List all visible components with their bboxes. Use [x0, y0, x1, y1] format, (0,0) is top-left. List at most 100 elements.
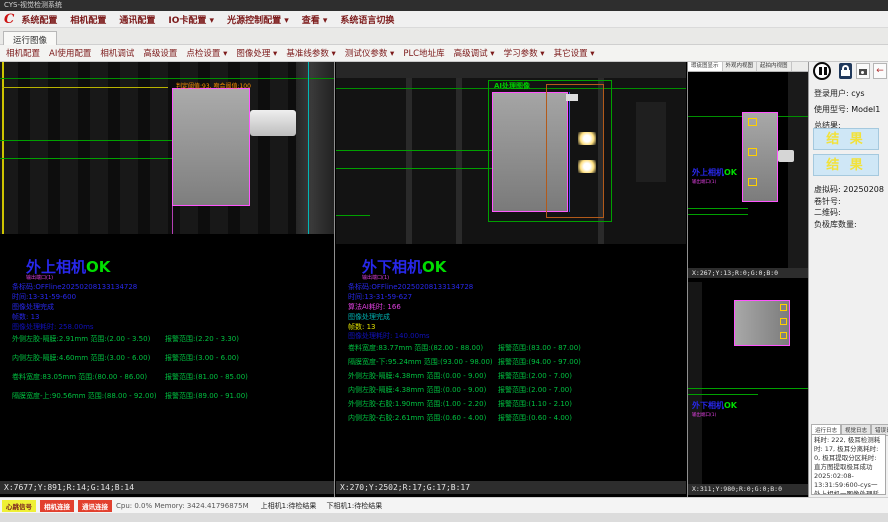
alarm-range-text: 报警范围:(2.00 - 7.00): [498, 385, 572, 395]
menu-item[interactable]: 系统语言切换: [340, 13, 394, 26]
lower-camera-result-text: 下相机1:待检结果: [326, 501, 382, 511]
view-tab-row: 运行图像: [0, 28, 888, 45]
blue-guide-line: [569, 92, 570, 212]
tab-marker-box: [780, 304, 787, 311]
preview-image-lower[interactable]: 外下相机OK 输出端口(1): [688, 282, 808, 484]
heartbeat-badge: 心跳信号: [2, 500, 36, 512]
menu-item[interactable]: 查看 ▾: [302, 13, 328, 26]
output-port-line: 输出端口(1): [26, 274, 53, 281]
measurement-text: 外侧左胶-隔膜:2.91mm 范围:(2.00 - 3.50): [12, 334, 150, 344]
pause-button[interactable]: [813, 62, 831, 80]
camera-name: 外下相机: [692, 401, 724, 410]
gripper-arm: [250, 110, 296, 136]
status-line: 图像处理完成: [12, 302, 54, 312]
measurement-text: 卷料宽度:83.77mm 范围:(82.00 - 88.00): [348, 343, 483, 353]
tool-bar: 相机配置 AI使用配置相机调试高级设置点检设置 ▾ 图像处理 ▾ 基准线参数 ▾ 测试仪…: [0, 45, 888, 62]
threshold-overlay-label: 判定阈值:93, 吻合阈值:100: [176, 81, 251, 90]
virtual-code-label: 虚拟码:: [814, 185, 841, 194]
preview-tab[interactable]: 外观内视图: [723, 62, 758, 71]
title-bar[interactable]: CYS-视觉检测系统: [0, 0, 888, 11]
toolbar-item[interactable]: PLC地址库: [403, 47, 444, 59]
barcode-line: 条标码:OFFline20250208133134728: [12, 282, 137, 292]
login-user-row: 登录用户: cys: [814, 88, 865, 99]
menu-item[interactable]: 系统配置: [21, 13, 57, 26]
preview-tab[interactable]: 起拍内视图: [757, 62, 792, 71]
camera-image-lower[interactable]: AI处理图像: [336, 62, 686, 244]
green-measure-line: [688, 214, 748, 215]
result-display-upper: 结 果: [813, 128, 879, 150]
alarm-range-text: 报警范围:(83.00 - 87.00): [498, 343, 581, 353]
preview-image-upper[interactable]: 外上相机OK 输出端口(1): [688, 72, 808, 268]
green-measure-line: [688, 394, 758, 395]
measurement-list: 外侧左胶-隔膜:2.91mm 范围:(2.00 - 3.50) 报警范围:(2.…: [0, 334, 334, 410]
measurement-row: 隔膜宽度-上:90.56mm 范围:(88.00 - 92.00) 报警范围:(…: [0, 391, 334, 410]
toolbar-item[interactable]: 图像处理 ▾: [236, 47, 277, 59]
measurement-row: 外侧左胶-隔膜:4.38mm 范围:(0.00 - 9.00) 报警范围:(2.…: [336, 371, 686, 385]
alarm-range-text: 报警范围:(2.20 - 3.30): [165, 334, 239, 344]
log-output[interactable]: 耗时: 222, 极耳检测耗时: 17, 极耳分离耗时: 0, 极耳提取分区耗时…: [811, 434, 886, 495]
result-ok: OK: [422, 258, 446, 276]
camera-image-upper[interactable]: 判定阈值:93, 吻合阈值:100: [0, 62, 334, 234]
product-cell: [172, 88, 250, 206]
upper-camera-panel: 判定阈值:93, 吻合阈值:100 外上相机OK 输出端口(1) 条标码:OFF…: [0, 62, 334, 497]
lock-icon: [841, 70, 850, 76]
measurement-row: 内侧左胶-右胶:2.61mm 范围:(0.60 - 4.00) 报警范围:(0.…: [336, 413, 686, 427]
pixel-coords-readout: X:311;Y:980;R:0;G:0;B:0: [688, 484, 808, 495]
toolbar-item[interactable]: 高级调试 ▾: [454, 47, 495, 59]
connector-highlight: [566, 94, 578, 101]
alarm-range-text: 报警范围:(0.60 - 4.00): [498, 413, 572, 423]
machine-column: [296, 62, 334, 234]
measurement-text: 外侧左胶-隔膜:4.38mm 范围:(0.00 - 9.00): [348, 371, 486, 381]
menu-item[interactable]: 通讯配置: [119, 13, 155, 26]
menu-item[interactable]: 光源控制配置 ▾: [227, 13, 289, 26]
camera-button[interactable]: [856, 63, 870, 79]
menu-bar: C 系统配置相机配置通讯配置IO卡配置 ▾光源控制配置 ▾查看 ▾系统语言切换: [0, 11, 888, 28]
toolbar-item[interactable]: 相机调试: [100, 47, 134, 59]
measurement-row: 内侧左胶-隔膜:4.38mm 范围:(0.00 - 9.00) 报警范围:(2.…: [336, 385, 686, 399]
elapsed-line: 图像处理耗时: 258.00ms: [12, 322, 94, 332]
toolbar-item[interactable]: AI使用配置: [49, 47, 91, 59]
green-measure-line: [688, 208, 748, 209]
measurement-text: 隔膜宽度-上:90.56mm 范围:(88.00 - 92.00): [12, 391, 157, 401]
tab-glow: [578, 160, 596, 173]
login-user-value: cys: [851, 89, 864, 98]
measurement-row: 外侧左胶-右胶:1.90mm 范围:(1.00 - 2.20) 报警范围:(1.…: [336, 399, 686, 413]
needle-number-label: 卷针号:: [814, 196, 841, 207]
pixel-coords-readout: X:270;Y:2502;R:17;G:17;B:17: [336, 481, 686, 494]
measurement-text: 内侧左胶-隔膜:4.60mm 范围:(3.00 - 6.00): [12, 353, 150, 363]
tab-glow: [578, 132, 596, 145]
preview-tab[interactable]: 瑕疵图显示: [688, 62, 723, 71]
output-port-line: 输出端口(1): [362, 274, 389, 281]
tab-marker-box: [780, 318, 787, 325]
pixel-coords-readout: X:7677;Y:891;R:14;G:14;B:14: [0, 481, 334, 494]
tab-marker-box: [748, 118, 757, 126]
camera-connect-badge: 相机连接: [40, 500, 74, 512]
cyan-guide-line: [308, 62, 309, 234]
machine-strut: [406, 78, 412, 244]
return-button[interactable]: ←: [873, 63, 887, 79]
toolbar-item[interactable]: 学习参数 ▾: [504, 47, 545, 59]
tab-marker-box: [748, 178, 757, 186]
green-measure-line: [336, 168, 492, 169]
machine-strut: [456, 78, 462, 244]
machine-column: [788, 72, 808, 268]
measurement-text: 卷料宽度:83.05mm 范围:(80.00 - 86.00): [12, 372, 147, 382]
toolbar-item[interactable]: 其它设置 ▾: [554, 47, 595, 59]
virtual-code-value: 20250208: [843, 185, 884, 194]
tab-marker-box: [780, 332, 787, 339]
lock-button[interactable]: [839, 63, 852, 79]
menu-item[interactable]: IO卡配置 ▾: [168, 13, 214, 26]
toolbar-item[interactable]: 高级设置: [143, 47, 177, 59]
model-row: 使用型号: Model1: [814, 104, 880, 115]
menu-items: 系统配置相机配置通讯配置 IO卡配置 ▾ 光源控制配置 ▾ 查看 ▾ 系统语言切换: [21, 13, 407, 26]
return-arrow-icon: ←: [876, 66, 884, 76]
toolbar-item[interactable]: 测试仪参数 ▾: [345, 47, 394, 59]
measurement-text: 外侧左胶-右胶:1.90mm 范围:(1.00 - 2.20): [348, 399, 486, 409]
elapsed-line: 图像处理耗时: 140.00ms: [348, 331, 430, 341]
pause-icon: [824, 67, 827, 75]
toolbar-item[interactable]: 基准线参数 ▾: [286, 47, 335, 59]
toolbar-item[interactable]: 点检设置 ▾: [186, 47, 227, 59]
camera-lens-icon: [861, 71, 864, 74]
menu-item[interactable]: 相机配置: [70, 13, 106, 26]
toolbar-item[interactable]: 相机配置: [6, 47, 40, 59]
